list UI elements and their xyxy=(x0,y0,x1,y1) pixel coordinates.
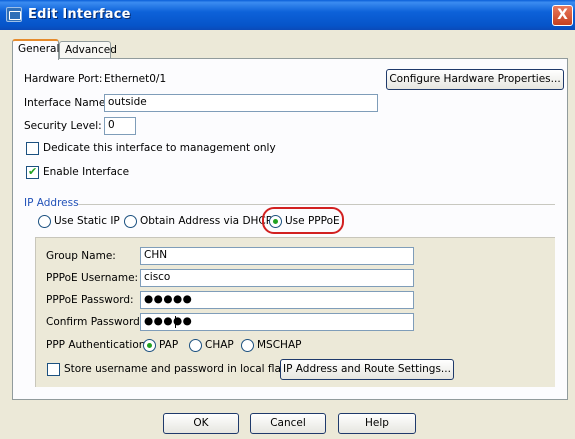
enable-interface-label: Enable Interface xyxy=(43,166,130,178)
edit-interface-dialog: Edit Interface X General Advanced Hardwa… xyxy=(0,0,575,439)
configure-hardware-button[interactable]: Configure Hardware Properties... xyxy=(386,69,564,90)
ppp-auth-label: PPP Authentication: xyxy=(46,339,149,351)
pap-radio[interactable] xyxy=(143,339,156,352)
cancel-button[interactable]: Cancel xyxy=(250,413,326,434)
window-title: Edit Interface xyxy=(28,7,131,22)
confirm-password-label: Confirm Password: xyxy=(46,316,144,328)
title-bar[interactable]: Edit Interface X xyxy=(0,0,575,30)
mschap-radio[interactable] xyxy=(241,339,254,352)
static-ip-label: Use Static IP xyxy=(54,215,120,227)
ok-button[interactable]: OK xyxy=(163,413,239,434)
confirm-password-input[interactable]: ●●●●● xyxy=(140,313,414,331)
store-flash-checkbox[interactable] xyxy=(47,363,60,376)
static-ip-radio[interactable] xyxy=(38,215,51,228)
security-level-label: Security Level: xyxy=(24,120,102,132)
ip-address-group-title: IP Address xyxy=(24,197,79,209)
dedicate-mgmt-checkbox[interactable] xyxy=(26,142,39,155)
mschap-label: MSCHAP xyxy=(257,339,302,351)
interface-name-label: Interface Name: xyxy=(24,97,109,109)
text-cursor xyxy=(175,316,176,328)
hardware-port-label: Hardware Port: xyxy=(24,73,103,85)
dhcp-label: Obtain Address via DHCP xyxy=(140,215,273,227)
group-name-label: Group Name: xyxy=(46,250,116,262)
pap-label: PAP xyxy=(159,339,179,351)
interface-name-input[interactable]: outside xyxy=(104,94,378,112)
pppoe-highlight-annotation xyxy=(262,207,344,234)
pppoe-password-input[interactable]: ●●●●● xyxy=(140,291,414,309)
pppoe-password-label: PPPoE Password: xyxy=(46,294,134,306)
hardware-port-value: Ethernet0/1 xyxy=(104,73,167,85)
chap-label: CHAP xyxy=(205,339,234,351)
chap-radio[interactable] xyxy=(189,339,202,352)
pppoe-username-input[interactable]: cisco xyxy=(140,269,414,287)
enable-interface-checkbox[interactable] xyxy=(26,165,39,179)
help-button[interactable]: Help xyxy=(338,413,416,434)
group-name-input[interactable]: CHN xyxy=(140,247,414,265)
dedicate-mgmt-label: Dedicate this interface to management on… xyxy=(43,142,276,154)
ip-route-settings-button[interactable]: IP Address and Route Settings... xyxy=(280,359,454,380)
store-flash-label: Store username and password in local fla… xyxy=(64,363,294,375)
dhcp-radio[interactable] xyxy=(124,215,137,228)
tab-general[interactable]: General xyxy=(12,39,59,60)
pppoe-username-label: PPPoE Username: xyxy=(46,272,139,284)
ip-address-divider xyxy=(78,204,555,205)
close-icon[interactable]: X xyxy=(552,5,573,26)
security-level-input[interactable]: 0 xyxy=(104,117,136,135)
window-app-icon xyxy=(6,7,22,22)
